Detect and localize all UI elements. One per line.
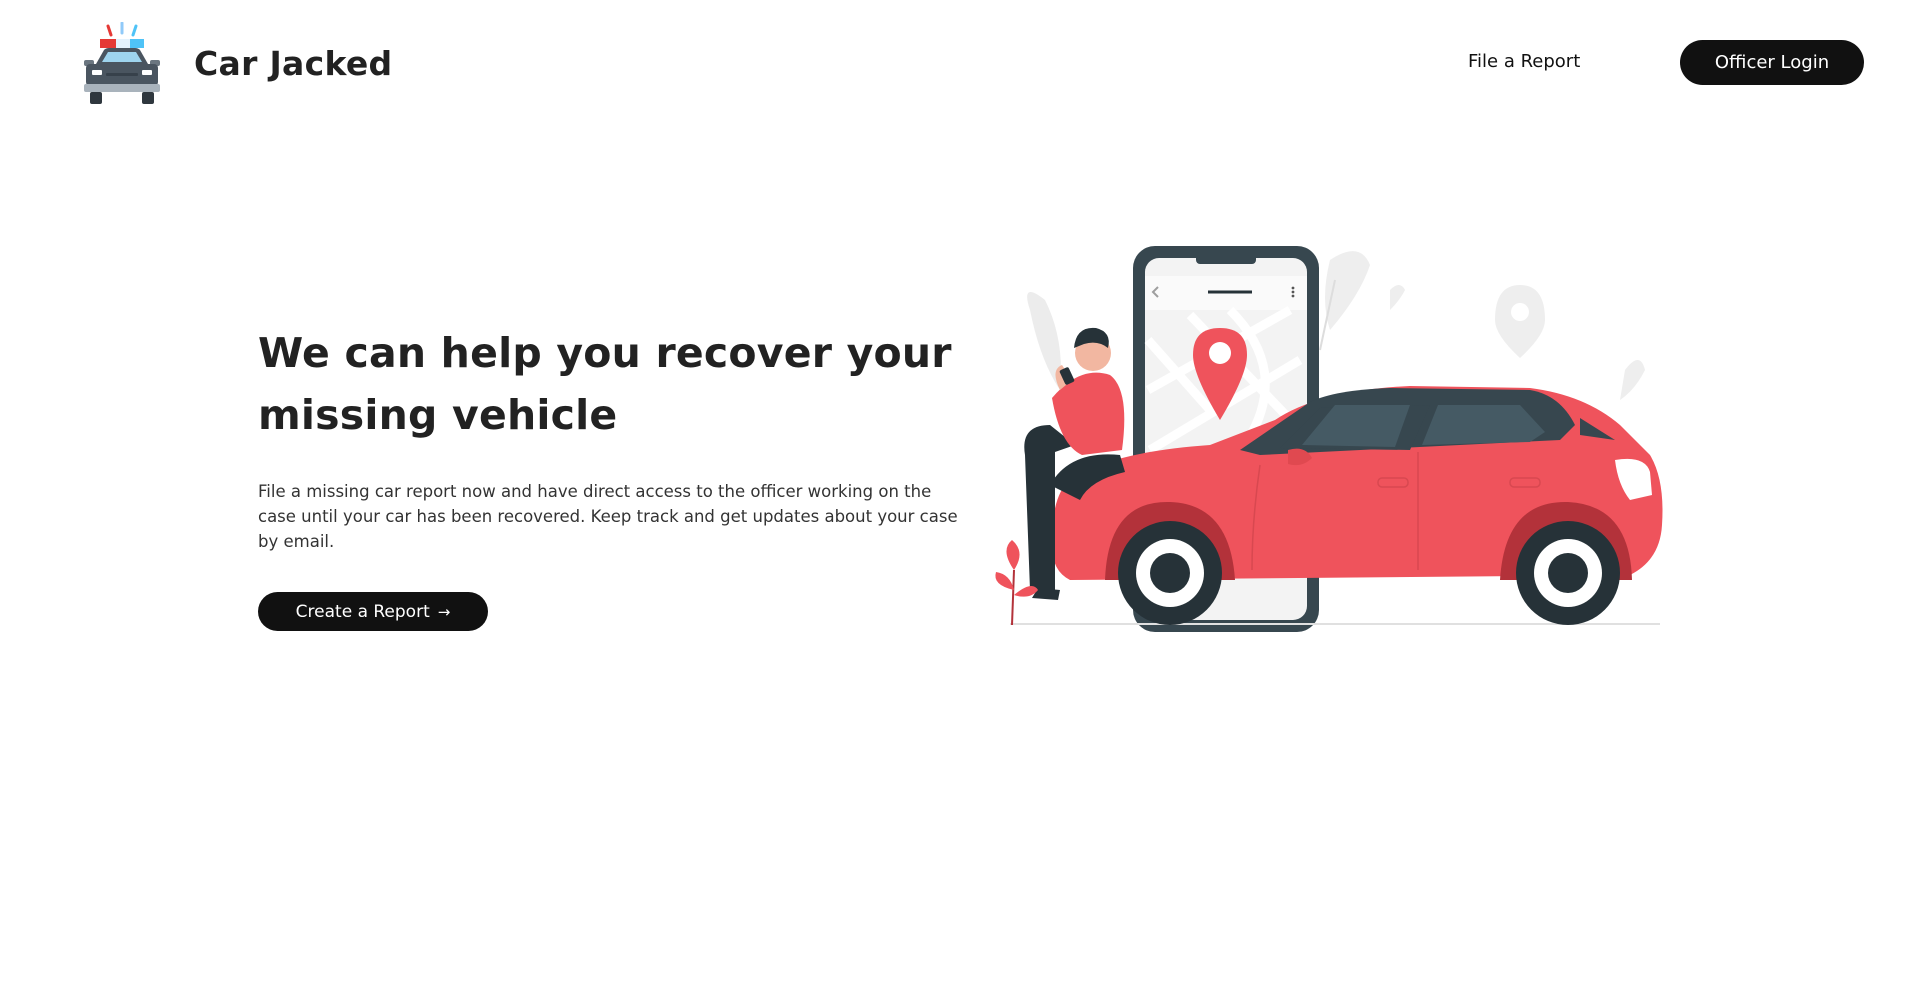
create-report-label: Create a Report [295,601,430,622]
create-report-button[interactable]: Create a Report → [258,592,488,631]
hero-description: File a missing car report now and have d… [258,482,958,551]
hero-heading: We can help you recover your missing veh… [258,329,952,439]
brand-title[interactable]: Car Jacked [194,40,392,88]
arrow-right-icon: → [437,602,451,621]
police-car-icon[interactable] [78,22,166,108]
page: Car Jacked File a Report Officer Login W… [0,0,1905,981]
file-report-link[interactable]: File a Report [1468,48,1580,76]
officer-login-button[interactable]: Officer Login [1680,40,1864,85]
man-with-car-and-phone-map-illustration [995,246,1663,632]
